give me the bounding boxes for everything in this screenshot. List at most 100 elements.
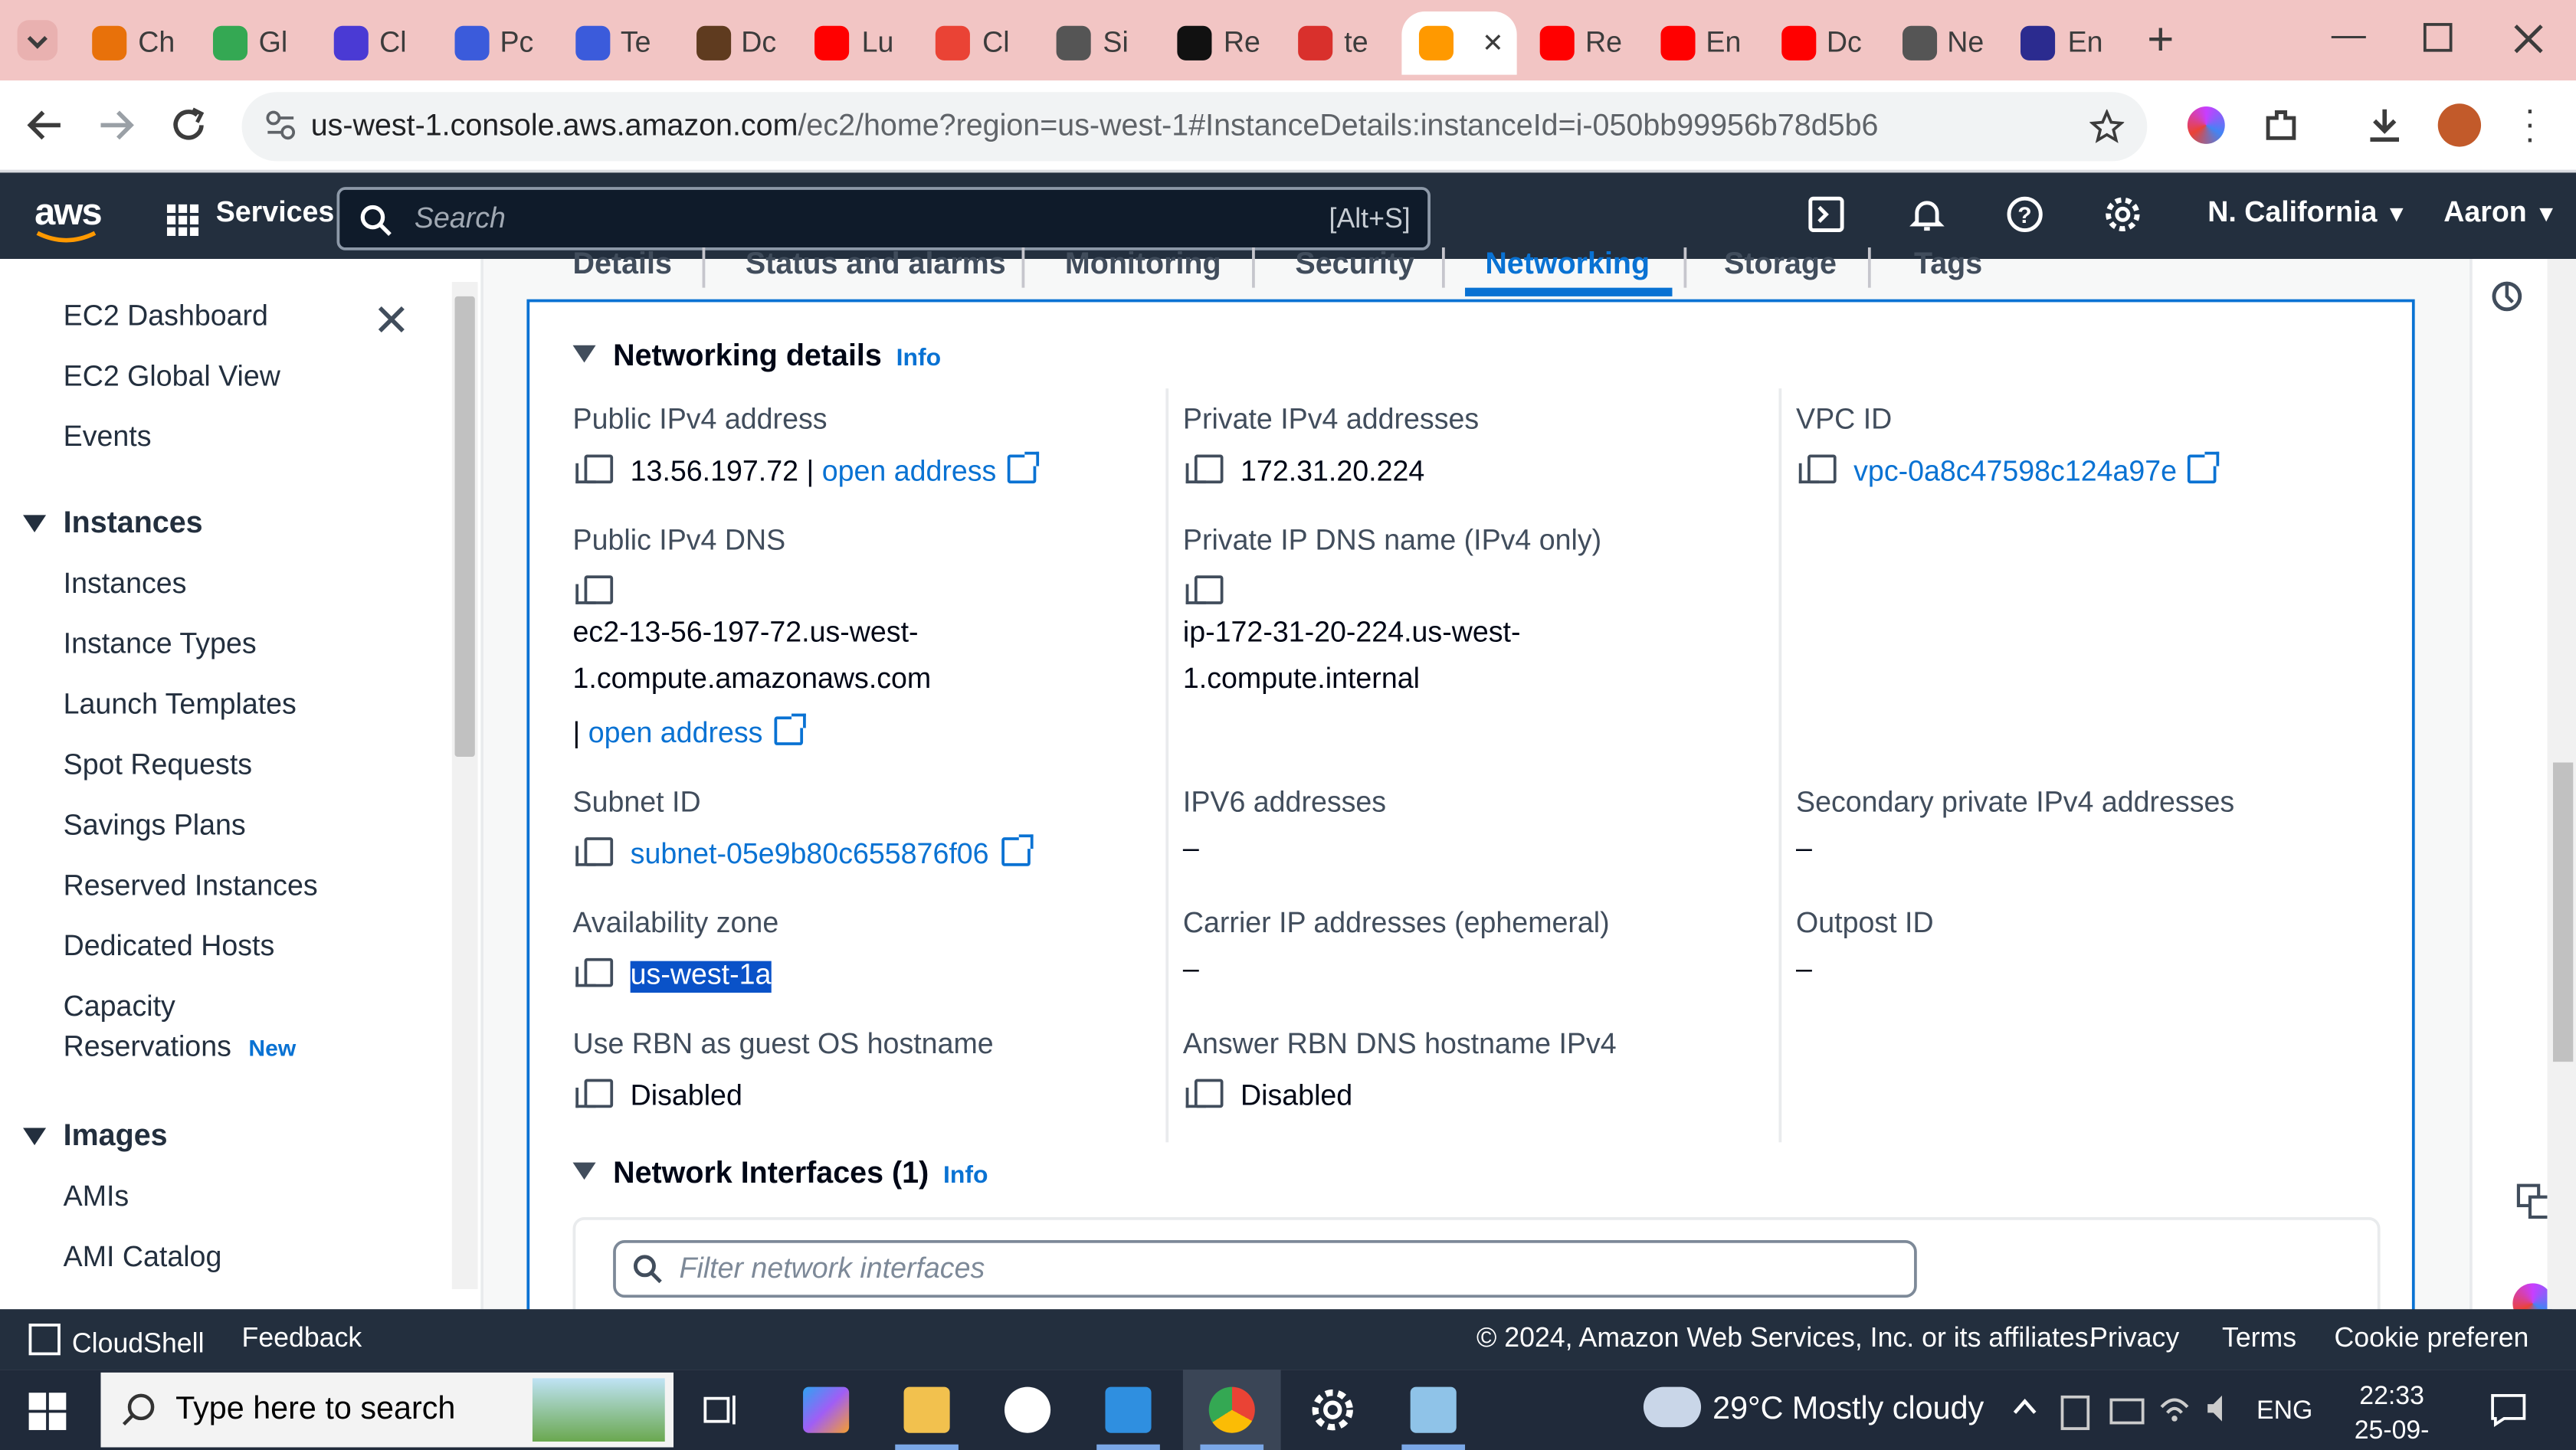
notification-center-icon[interactable]	[2489, 1393, 2527, 1427]
filter-network-interfaces-input[interactable]: Filter network interfaces	[613, 1240, 1917, 1298]
feedback-link[interactable]: Feedback	[242, 1324, 362, 1355]
browser-tab[interactable]: Te	[557, 11, 672, 75]
open-address-link[interactable]: open address	[822, 457, 997, 489]
availability-zone-value[interactable]: us-west-1a	[630, 961, 772, 993]
chrome-icon[interactable]	[1208, 1386, 1255, 1433]
browser-tab[interactable]: En	[1643, 11, 1758, 75]
tab-security[interactable]: Security	[1295, 247, 1414, 282]
vpc-id-link[interactable]: vpc-0a8c47598c124a97e	[1853, 457, 2177, 489]
tab-networking[interactable]: Networking	[1485, 247, 1650, 282]
browser-tab[interactable]: Lu	[798, 11, 913, 75]
back-icon[interactable]	[26, 106, 64, 144]
copy-icon[interactable]	[575, 957, 614, 987]
browser-tab[interactable]: ✕	[1401, 11, 1516, 75]
subnet-id-link[interactable]: subnet-05e9b80c655876f06	[631, 840, 989, 872]
aws-search-input[interactable]: Search [Alt+S]	[336, 187, 1431, 250]
services-button[interactable]: Services	[216, 198, 335, 230]
copy-icon[interactable]	[575, 454, 614, 484]
address-bar[interactable]: us-west-1.console.aws.amazon.com/ec2/hom…	[241, 92, 2148, 162]
copy-icon[interactable]	[1185, 1078, 1224, 1108]
volume-icon[interactable]	[2204, 1393, 2236, 1424]
external-link-icon[interactable]	[1008, 451, 1040, 484]
notepad-icon[interactable]	[1410, 1386, 1457, 1433]
new-tab-icon[interactable]: +	[2147, 18, 2174, 70]
copy-icon[interactable]	[575, 1078, 614, 1108]
page-scrollbar[interactable]	[2547, 259, 2576, 1310]
tab-storage[interactable]: Storage	[1724, 247, 1837, 282]
windows-start-icon[interactable]	[28, 1393, 67, 1430]
page-scroll-thumb[interactable]	[2552, 762, 2574, 1062]
external-link-icon[interactable]	[774, 713, 806, 745]
tab-search-button[interactable]	[17, 20, 58, 61]
copy-icon[interactable]	[575, 575, 614, 604]
sidebar-item-amis[interactable]: AMIs	[64, 1183, 129, 1214]
tab-status-and-alarms[interactable]: Status and alarms	[746, 247, 1006, 282]
privacy-link[interactable]: Privacy	[2089, 1324, 2179, 1355]
network-interfaces-header[interactable]: Network Interfaces (1) Info	[572, 1157, 988, 1191]
sidebar-item-spot-requests[interactable]: Spot Requests	[64, 751, 252, 782]
cloudshell-icon[interactable]	[1807, 195, 1845, 233]
sidebar-item-instances[interactable]: Instances	[64, 570, 187, 601]
restore-icon[interactable]	[2423, 23, 2453, 52]
browser-tab[interactable]: te	[1281, 11, 1396, 75]
help-icon[interactable]: ?	[2006, 195, 2043, 233]
sidebar-section-images[interactable]: Images	[64, 1119, 168, 1154]
site-info-icon[interactable]	[265, 110, 297, 141]
sidebar-item-reserved-instances[interactable]: Reserved Instances	[64, 872, 318, 903]
chevron-up-icon[interactable]	[2012, 1398, 2038, 1416]
browser-tab[interactable]: Dc	[678, 11, 793, 75]
reload-icon[interactable]	[170, 106, 208, 144]
close-sidebar-icon[interactable]	[377, 305, 406, 334]
minimize-icon[interactable]: —	[2332, 15, 2366, 55]
close-tab-icon[interactable]: ✕	[1482, 28, 1503, 59]
interfaces-info-link[interactable]: Info	[943, 1160, 988, 1189]
sidebar-item-ami-catalog[interactable]: AMI Catalog	[64, 1243, 222, 1275]
vscode-icon[interactable]	[1105, 1386, 1152, 1433]
language-indicator[interactable]: ENG	[2256, 1396, 2312, 1425]
forward-icon[interactable]	[98, 106, 136, 144]
copilot-icon[interactable]	[803, 1386, 850, 1433]
sidebar-item-savings-plans[interactable]: Savings Plans	[64, 811, 246, 843]
browser-tab[interactable]: Gl	[195, 11, 310, 75]
notifications-bell-icon[interactable]	[1909, 195, 1946, 233]
tab-tags[interactable]: Tags	[1914, 247, 1982, 282]
cookie-preferences-link[interactable]: Cookie preferen	[2334, 1324, 2528, 1355]
sidebar-item-dedicated-hosts[interactable]: Dedicated Hosts	[64, 932, 275, 964]
services-grid-icon[interactable]	[166, 198, 199, 237]
browser-tab[interactable]: Re	[1160, 11, 1275, 75]
account-menu[interactable]: Aaron ▼	[2443, 198, 2558, 230]
copy-icon[interactable]	[575, 837, 614, 866]
sidebar-scroll-thumb[interactable]	[454, 296, 475, 757]
aws-logo[interactable]: aws	[34, 190, 103, 233]
caret-down-icon[interactable]	[23, 1128, 47, 1146]
bookmark-star-icon[interactable]	[2089, 109, 2125, 144]
github-desktop-icon[interactable]	[1005, 1386, 1051, 1433]
tools-panel-icon[interactable]	[2489, 279, 2524, 313]
weather-widget[interactable]: 29°C Mostly cloudy	[1712, 1393, 1984, 1427]
browser-tab[interactable]: Ch	[75, 11, 190, 75]
copy-icon[interactable]	[1185, 575, 1224, 604]
browser-tab[interactable]: Dc	[1763, 11, 1878, 75]
networking-info-link[interactable]: Info	[896, 342, 942, 372]
copy-icon[interactable]	[1798, 454, 1837, 484]
extension-ai-icon[interactable]	[2187, 106, 2225, 144]
profile-avatar[interactable]	[2437, 103, 2482, 147]
task-view-icon[interactable]	[703, 1389, 743, 1430]
file-explorer-icon[interactable]	[903, 1386, 950, 1433]
sidebar-scrollbar[interactable]	[451, 282, 478, 1289]
browser-tab[interactable]: Ne	[1884, 11, 1999, 75]
taskbar-search-input[interactable]: Type here to search	[100, 1372, 674, 1448]
settings-gear-icon[interactable]	[1309, 1387, 1355, 1433]
caret-down-icon[interactable]	[23, 515, 47, 532]
browser-tab[interactable]: Si	[1040, 11, 1155, 75]
sidebar-item-capacity-reservations[interactable]: Capacity Reservations New	[64, 993, 297, 1076]
terms-link[interactable]: Terms	[2222, 1324, 2296, 1355]
sidebar-item-events[interactable]: Events	[64, 423, 152, 454]
wifi-icon[interactable]	[2158, 1393, 2190, 1424]
tab-details[interactable]: Details	[573, 247, 672, 282]
browser-tab[interactable]: Cl	[316, 11, 431, 75]
browser-tab[interactable]: En	[2004, 11, 2119, 75]
clock[interactable]: 22:33 25-09-2024	[2332, 1378, 2453, 1450]
sidebar-item-ec2-dashboard[interactable]: EC2 Dashboard	[64, 302, 268, 333]
browser-tab[interactable]: Re	[1522, 11, 1637, 75]
